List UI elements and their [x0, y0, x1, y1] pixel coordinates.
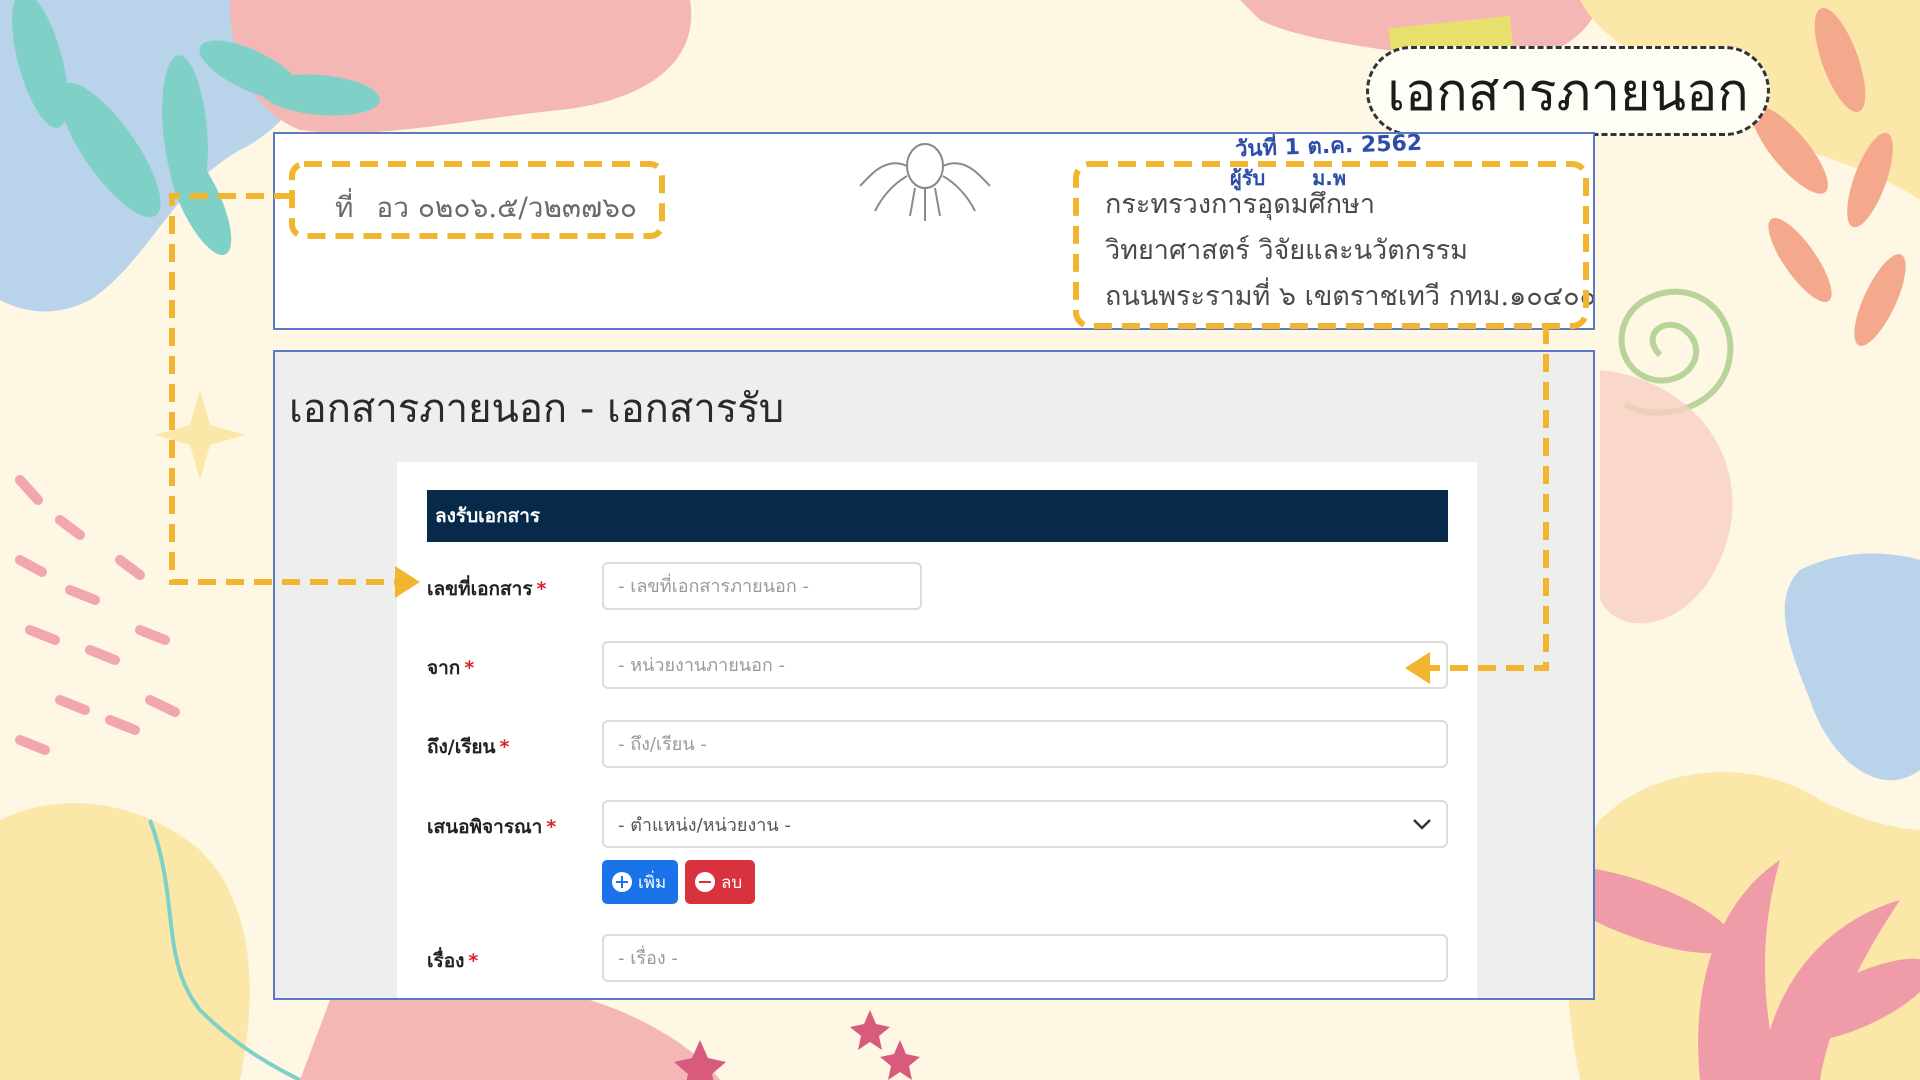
doc-number-label: เลขที่เอกสาร *	[427, 578, 547, 600]
document-reference: ที่ อว ๐๒๐๖.๕/ว๒๓๗๖๐	[335, 186, 637, 230]
page-title: เอกสารภายนอก - เอกสารรับ	[289, 386, 785, 432]
to-label: ถึง/เรียน *	[427, 736, 510, 758]
garuda-emblem-icon	[859, 143, 991, 221]
reference-number: อว ๐๒๐๖.๕/ว๒๓๗๖๐	[376, 191, 637, 224]
card-header: ลงรับเอกสาร	[427, 490, 1448, 542]
propose-selected-value: - ตำแหน่ง/หน่วยงาน -	[618, 814, 791, 836]
form-panel: เอกสารภายนอก - เอกสารรับ ลงรับเอกสาร เลข…	[273, 350, 1595, 1000]
add-button[interactable]: เพิ่ม	[602, 860, 678, 904]
address-line: ถนนพระรามที่ ๖ เขตราชเทวี กทม.๑๐๔๐๐	[1105, 281, 1595, 312]
subject-label: เรื่อง *	[427, 950, 479, 972]
document-header-strip: วันที่ 1 ต.ค. 2562 ผู้รับ ม.พ ที่ อว ๐๒๐…	[273, 132, 1595, 330]
delete-button[interactable]: ลบ	[685, 860, 755, 904]
required-marker: *	[546, 816, 557, 838]
reference-label: ที่	[335, 191, 354, 224]
propose-label: เสนอพิจารณา *	[427, 816, 557, 838]
doc-number-input[interactable]	[602, 562, 922, 610]
address-line: วิทยาศาสตร์ วิจัยและนวัตกรรม	[1105, 235, 1468, 266]
slide-title: เอกสารภายนอก	[1366, 46, 1770, 136]
address-line: กระทรวงการอุดมศึกษา	[1105, 189, 1375, 220]
subject-input[interactable]	[602, 934, 1448, 982]
required-marker: *	[464, 657, 475, 679]
chevron-down-icon	[1413, 819, 1431, 830]
to-input[interactable]	[602, 720, 1448, 768]
sender-address: กระทรวงการอุดมศึกษา วิทยาศาสตร์ วิจัยและ…	[1105, 182, 1595, 320]
required-marker: *	[468, 950, 479, 972]
from-label: จาก *	[427, 657, 475, 679]
required-marker: *	[536, 578, 547, 600]
required-marker: *	[499, 736, 510, 758]
minus-circle-icon	[695, 872, 715, 892]
plus-circle-icon	[612, 872, 632, 892]
form-card: ลงรับเอกสาร เลขที่เอกสาร* จาก* ถึง/เรียน…	[397, 462, 1477, 998]
from-input[interactable]	[602, 641, 1448, 689]
propose-select[interactable]: - ตำแหน่ง/หน่วยงาน -	[602, 800, 1448, 848]
